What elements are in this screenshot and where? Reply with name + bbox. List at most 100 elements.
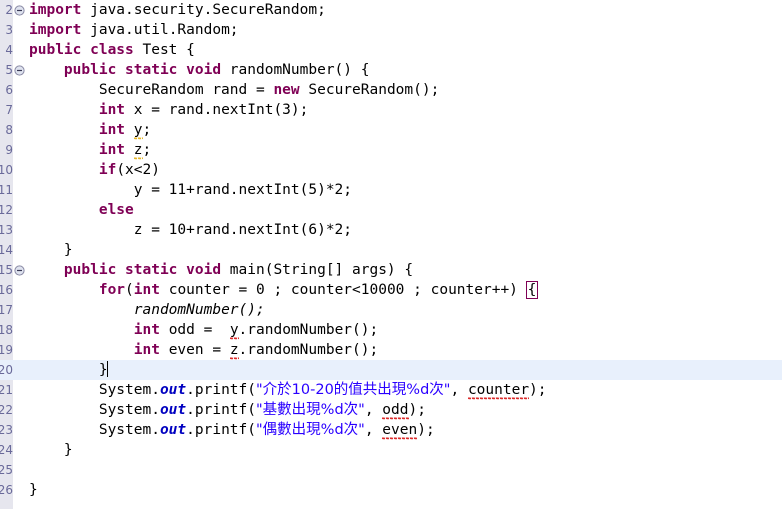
- code-text: int z;: [29, 140, 151, 160]
- line-number: 24: [0, 443, 13, 457]
- code-line[interactable]: 17 randomNumber();: [0, 300, 782, 320]
- text-caret: [106, 361, 108, 377]
- code-token: import: [29, 22, 82, 38]
- code-token: y: [229, 322, 239, 340]
- code-line[interactable]: 24 }: [0, 440, 782, 460]
- code-line[interactable]: 10 if(x<2): [0, 160, 782, 180]
- line-number: 10: [0, 163, 13, 177]
- code-line[interactable]: 3 import java.util.Random;: [0, 20, 782, 40]
- code-token: }: [63, 242, 73, 258]
- code-line[interactable]: 18 int odd = y.randomNumber();: [0, 320, 782, 340]
- code-token: int: [98, 142, 126, 158]
- line-number: 2: [5, 3, 13, 17]
- code-token: for: [98, 282, 126, 298]
- code-text: }: [29, 360, 108, 380]
- code-token: System.: [98, 382, 160, 398]
- code-token: z: [229, 342, 239, 360]
- code-line[interactable]: 6 SecureRandom rand = new SecureRandom()…: [0, 80, 782, 100]
- code-token: randomNumber();: [133, 302, 265, 318]
- code-text: System.out.printf("介於10-20的值共出現%d次", cou…: [29, 380, 547, 400]
- code-text: if(x<2): [29, 160, 160, 180]
- code-line[interactable]: 20 }: [0, 360, 782, 380]
- code-token: "基數出現%d次": [256, 402, 365, 418]
- code-line[interactable]: 7 int x = rand.nextInt(3);: [0, 100, 782, 120]
- code-text: import java.security.SecureRandom;: [29, 0, 326, 20]
- code-token: );: [529, 382, 547, 398]
- line-number: 20: [0, 363, 13, 377]
- code-token: out: [159, 422, 187, 438]
- code-token: );: [417, 422, 435, 438]
- code-line[interactable]: 13 z = 10+rand.nextInt(6)*2;: [0, 220, 782, 240]
- code-line[interactable]: 16 for(int counter = 0 ; counter<10000 ;…: [0, 280, 782, 300]
- code-line[interactable]: 15 public static void main(String[] args…: [0, 260, 782, 280]
- code-token: public class: [29, 42, 134, 58]
- code-line[interactable]: 4 public class Test {: [0, 40, 782, 60]
- code-text: System.out.printf("偶數出現%d次", even);: [29, 420, 435, 440]
- code-line[interactable]: 8 int y;: [0, 120, 782, 140]
- code-token: if: [98, 162, 117, 178]
- code-line[interactable]: 14 }: [0, 240, 782, 260]
- code-token: odd =: [159, 322, 230, 338]
- java-code-editor[interactable]: 2 import java.security.SecureRandom; 3 impo…: [0, 0, 782, 509]
- code-token: ;: [142, 142, 152, 158]
- line-number: 7: [5, 103, 13, 117]
- line-number: 26: [0, 483, 13, 497]
- code-token: out: [159, 382, 187, 398]
- code-token: "偶數出現%d次": [256, 422, 365, 438]
- code-line[interactable]: 26}: [0, 480, 782, 500]
- code-text: public static void main(String[] args) {: [29, 260, 413, 280]
- code-line[interactable]: 5 public static void randomNumber() {: [0, 60, 782, 80]
- code-token: counter: [467, 382, 530, 400]
- code-text: int y;: [29, 120, 151, 140]
- code-text: SecureRandom rand = new SecureRandom();: [29, 80, 440, 100]
- fold-collapse-icon[interactable]: [14, 5, 25, 16]
- code-token: SecureRandom();: [299, 82, 440, 98]
- code-line[interactable]: 22 System.out.printf("基數出現%d次", odd);: [0, 400, 782, 420]
- code-token: int: [133, 342, 160, 358]
- code-token: System.: [98, 422, 160, 438]
- code-token: x = rand.nextInt(3);: [125, 102, 309, 118]
- line-number: 12: [0, 203, 13, 217]
- code-area[interactable]: 2 import java.security.SecureRandom; 3 impo…: [0, 0, 782, 500]
- code-token: int: [133, 322, 160, 338]
- code-text: int x = rand.nextInt(3);: [29, 100, 309, 120]
- code-token: {: [525, 281, 539, 299]
- code-line[interactable]: 19 int even = z.randomNumber();: [0, 340, 782, 360]
- code-token: int: [98, 102, 126, 118]
- line-number: 16: [0, 283, 13, 297]
- code-text: z = 10+rand.nextInt(6)*2;: [29, 220, 352, 240]
- code-line[interactable]: 25: [0, 460, 782, 480]
- code-token: counter = 0 ; counter<10000 ; counter++): [159, 282, 527, 298]
- code-line[interactable]: 11 y = 11+rand.nextInt(5)*2;: [0, 180, 782, 200]
- code-line[interactable]: 21 System.out.printf("介於10-20的值共出現%d次", …: [0, 380, 782, 400]
- code-line[interactable]: 9 int z;: [0, 140, 782, 160]
- code-text: y = 11+rand.nextInt(5)*2;: [29, 180, 352, 200]
- code-token: int: [133, 282, 160, 298]
- line-number: 14: [0, 243, 13, 257]
- code-text: public class Test {: [29, 40, 195, 60]
- code-line[interactable]: 2 import java.security.SecureRandom;: [0, 0, 782, 20]
- code-token: even =: [159, 342, 230, 358]
- code-token: }: [29, 482, 38, 498]
- line-number: 5: [5, 63, 13, 77]
- code-token: z: [133, 142, 143, 160]
- code-line[interactable]: 23 System.out.printf("偶數出現%d次", even);: [0, 420, 782, 440]
- code-token: public static void: [63, 262, 222, 278]
- code-text: }: [29, 240, 73, 260]
- code-text: public static void randomNumber() {: [29, 60, 370, 80]
- code-token: }: [63, 442, 73, 458]
- code-text: System.out.printf("基數出現%d次", odd);: [29, 400, 426, 420]
- code-token: out: [159, 402, 187, 418]
- code-token: ,: [450, 382, 468, 398]
- fold-collapse-icon[interactable]: [14, 265, 25, 276]
- code-token: public static void: [63, 62, 222, 78]
- fold-collapse-icon[interactable]: [14, 65, 25, 76]
- code-text: int odd = y.randomNumber();: [29, 320, 378, 340]
- line-number: 23: [0, 423, 13, 437]
- line-number: 13: [0, 223, 13, 237]
- line-number: 6: [5, 83, 13, 97]
- code-token: SecureRandom rand =: [98, 82, 274, 98]
- code-line[interactable]: 12 else: [0, 200, 782, 220]
- line-number: 22: [0, 403, 13, 417]
